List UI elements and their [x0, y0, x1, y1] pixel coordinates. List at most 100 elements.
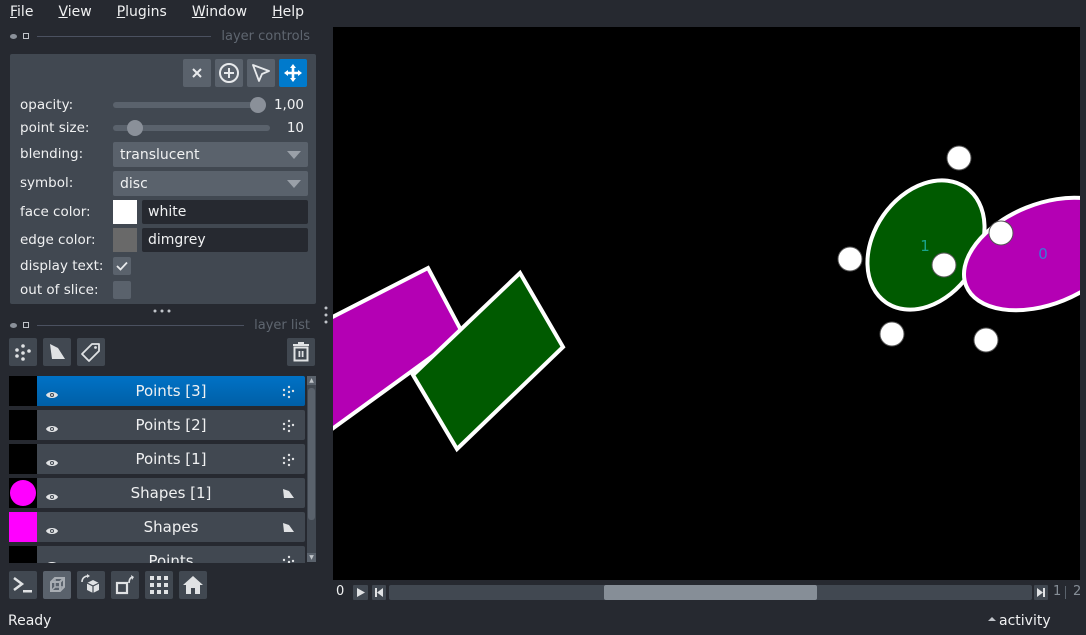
layer-row-body[interactable]: Shapes: [37, 512, 305, 542]
layer-row-body[interactable]: Points [1]: [37, 444, 305, 474]
chevron-up-icon: [988, 617, 996, 621]
menu-file-label: ile: [17, 4, 34, 20]
shape-label-0: 0: [1038, 245, 1048, 263]
shapes-type-icon: [283, 489, 294, 498]
canvas-scene: 1 0: [333, 145, 1080, 453]
points-icon: [15, 344, 31, 361]
dims-slider-handle[interactable]: [604, 585, 817, 600]
point-size-value: 10: [286, 120, 304, 136]
menu-view-mnemonic: V: [58, 4, 68, 20]
dock-float-icon[interactable]: [23, 322, 29, 328]
face-color-value: white: [148, 204, 187, 220]
vertical-dots-icon: [324, 306, 328, 324]
symbol-value: disc: [120, 175, 148, 192]
edge-color-input[interactable]: dimgrey: [142, 228, 308, 252]
console-button[interactable]: [9, 571, 37, 599]
point-marker[interactable]: [837, 246, 863, 272]
layer-name[interactable]: Shapes [1]: [37, 484, 305, 502]
step-first-button[interactable]: [372, 585, 386, 600]
select-points-button[interactable]: [247, 59, 275, 87]
layer-row-body[interactable]: Points [3]: [37, 376, 305, 406]
menu-window-label: indow: [205, 4, 248, 20]
layer-name[interactable]: Points [3]: [37, 382, 305, 400]
dock-title-divider: [37, 324, 245, 326]
activity-toggle[interactable]: activity: [988, 613, 1051, 629]
dims-position-value[interactable]: 1: [1053, 584, 1061, 599]
layer-name[interactable]: Points [2]: [37, 416, 305, 434]
symbol-dropdown[interactable]: disc: [113, 171, 308, 196]
add-points-button[interactable]: [215, 59, 243, 87]
layer-thumbnail: [9, 410, 37, 440]
layer-row-body[interactable]: Points: [37, 546, 305, 563]
layer-row-body[interactable]: Points [2]: [37, 410, 305, 440]
layer-row-body[interactable]: Shapes [1]: [37, 478, 305, 508]
menu-help[interactable]: Help: [268, 4, 308, 20]
menu-help-mnemonic: H: [272, 4, 283, 20]
display-text-checkbox[interactable]: [113, 257, 131, 275]
dock-float-icon[interactable]: [23, 33, 29, 39]
face-color-input[interactable]: white: [142, 200, 308, 224]
delete-selected-points-button[interactable]: [183, 59, 211, 87]
points-type-icon: [282, 419, 295, 433]
face-color-label: face color:: [20, 204, 91, 220]
point-marker[interactable]: [879, 321, 905, 347]
scrollbar-handle[interactable]: [308, 388, 315, 520]
layer-thumbnail: [9, 478, 37, 508]
point-marker[interactable]: [988, 220, 1014, 246]
point-marker[interactable]: [973, 327, 999, 353]
layer-list-scrollbar[interactable]: ▲ ▼: [307, 376, 316, 562]
play-button[interactable]: [353, 585, 368, 600]
viewer-canvas[interactable]: 1 0: [333, 27, 1080, 580]
layer-row[interactable]: Points: [9, 546, 305, 563]
layer-row[interactable]: Points [3]: [9, 376, 305, 406]
out-of-slice-row: out of slice:: [20, 282, 113, 298]
layer-buttons: [9, 338, 105, 366]
new-labels-layer-button[interactable]: [77, 338, 105, 366]
opacity-slider-thumb[interactable]: [250, 97, 266, 113]
layer-type-indicator: [281, 486, 295, 505]
out-of-slice-checkbox[interactable]: [113, 281, 131, 299]
layer-name[interactable]: Shapes: [37, 518, 305, 536]
symbol-label: symbol:: [20, 175, 74, 191]
point-marker[interactable]: [931, 252, 957, 278]
new-points-layer-button[interactable]: [9, 338, 37, 366]
face-color-swatch[interactable]: [113, 200, 137, 224]
menu-help-label: elp: [282, 4, 304, 20]
scroll-up-arrow[interactable]: ▲: [307, 376, 316, 385]
delete-layer-button[interactable]: [287, 338, 315, 366]
layer-row[interactable]: Points [2]: [9, 410, 305, 440]
blending-dropdown[interactable]: translucent: [113, 142, 308, 167]
dims-slider-track[interactable]: [389, 585, 1032, 600]
ndisplay-button[interactable]: [43, 571, 71, 599]
skip-forward-icon: [1037, 588, 1045, 597]
grid-view-button[interactable]: [145, 571, 173, 599]
opacity-slider[interactable]: [113, 97, 266, 113]
dims-total-value: 2: [1073, 584, 1082, 599]
dock-close-icon[interactable]: [10, 33, 17, 39]
dock-splitter-handle[interactable]: [152, 302, 172, 313]
scroll-down-arrow[interactable]: ▼: [307, 553, 316, 562]
reset-view-button[interactable]: [179, 571, 207, 599]
point-marker[interactable]: [946, 145, 972, 171]
layer-row[interactable]: Shapes [1]: [9, 478, 305, 508]
dock-close-icon[interactable]: [10, 322, 17, 328]
transpose-dims-button[interactable]: [111, 571, 139, 599]
menu-file[interactable]: File: [6, 4, 37, 20]
layer-row[interactable]: Shapes: [9, 512, 305, 542]
menu-view[interactable]: View: [54, 4, 95, 20]
menu-window[interactable]: Window: [188, 4, 251, 20]
edge-color-swatch[interactable]: [113, 228, 137, 252]
out-of-slice-label: out of slice:: [20, 282, 99, 298]
layer-name[interactable]: Points: [37, 552, 305, 563]
point-size-slider[interactable]: [113, 120, 270, 136]
main-splitter-handle[interactable]: [323, 305, 329, 325]
new-shapes-layer-button[interactable]: [43, 338, 71, 366]
pan-zoom-button[interactable]: [279, 59, 307, 87]
layer-name[interactable]: Points [1]: [37, 450, 305, 468]
layer-row[interactable]: Points [1]: [9, 444, 305, 474]
menu-plugins[interactable]: Plugins: [113, 4, 171, 20]
step-last-button[interactable]: [1034, 585, 1048, 600]
roll-dims-button[interactable]: [77, 571, 105, 599]
point-size-slider-thumb[interactable]: [126, 120, 143, 136]
menu-view-label: iew: [67, 4, 92, 20]
